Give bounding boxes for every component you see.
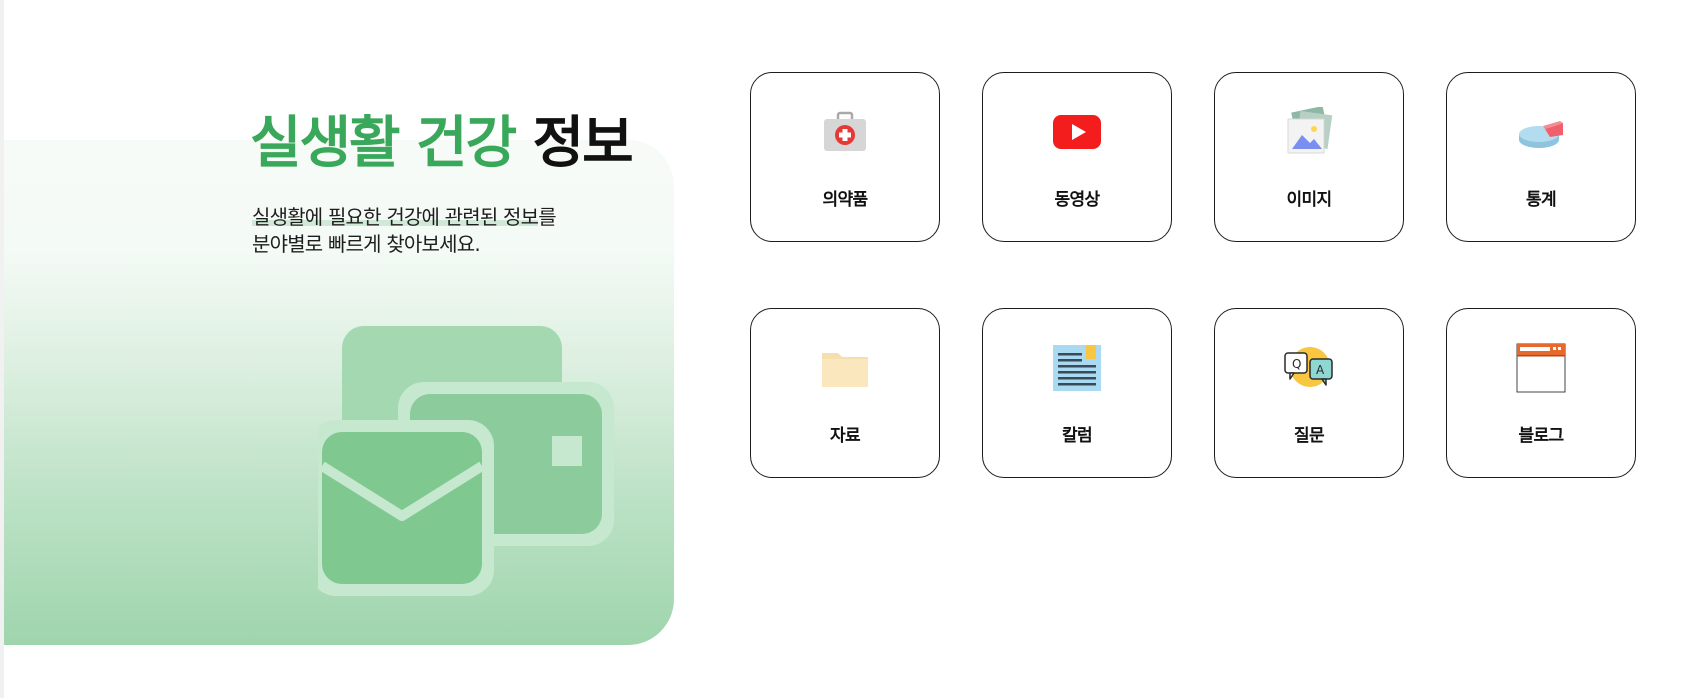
pie-chart-icon — [1519, 121, 1563, 148]
category-card-medicine[interactable]: 의약품 — [750, 72, 940, 242]
category-card-column[interactable]: 칼럼 — [982, 308, 1172, 478]
mail-cards-icon — [318, 326, 614, 596]
category-label: 블로그 — [1518, 426, 1564, 446]
category-label: 통계 — [1525, 190, 1557, 210]
page-description: 실생활에 필요한 건강에 관련된 정보를분야별로 빠르게 찾아보세요. — [252, 204, 557, 258]
svg-text:A: A — [1316, 363, 1325, 377]
description-line2: 분야별로 빠르게 찾아보세요. — [252, 232, 481, 256]
category-card-statistics[interactable]: 통계 — [1446, 72, 1636, 242]
category-card-image[interactable]: 이미지 — [1214, 72, 1404, 242]
document-icon — [1053, 345, 1101, 391]
category-card-materials[interactable]: 자료 — [750, 308, 940, 478]
category-card-video[interactable]: 동영상 — [982, 72, 1172, 242]
description-highlight: 실생활에 필요한 건강에 관련된 정보 — [252, 205, 539, 229]
description-line1-rest: 를 — [538, 205, 556, 229]
category-label: 질문 — [1293, 426, 1325, 446]
title-green-part: 실생활 건강 — [250, 111, 517, 176]
category-card-blog[interactable]: 블로그 — [1446, 308, 1636, 478]
category-label: 이미지 — [1286, 190, 1332, 210]
image-stack-icon — [1287, 107, 1333, 154]
browser-window-icon — [1516, 343, 1566, 393]
category-label: 의약품 — [822, 190, 868, 210]
youtube-play-icon — [1053, 115, 1101, 149]
medical-kit-icon — [824, 111, 866, 151]
folder-icon — [822, 353, 868, 387]
svg-text:Q: Q — [1292, 357, 1301, 371]
title-black-part: 정보 — [532, 111, 634, 176]
category-label: 자료 — [829, 426, 861, 446]
category-label: 칼럼 — [1061, 426, 1093, 446]
category-label: 동영상 — [1054, 190, 1100, 210]
category-card-question[interactable]: Q A 질문 — [1214, 308, 1404, 478]
qa-chat-icon: Q A — [1284, 347, 1333, 387]
page-title: 실생활 건강 정보 — [250, 108, 634, 180]
